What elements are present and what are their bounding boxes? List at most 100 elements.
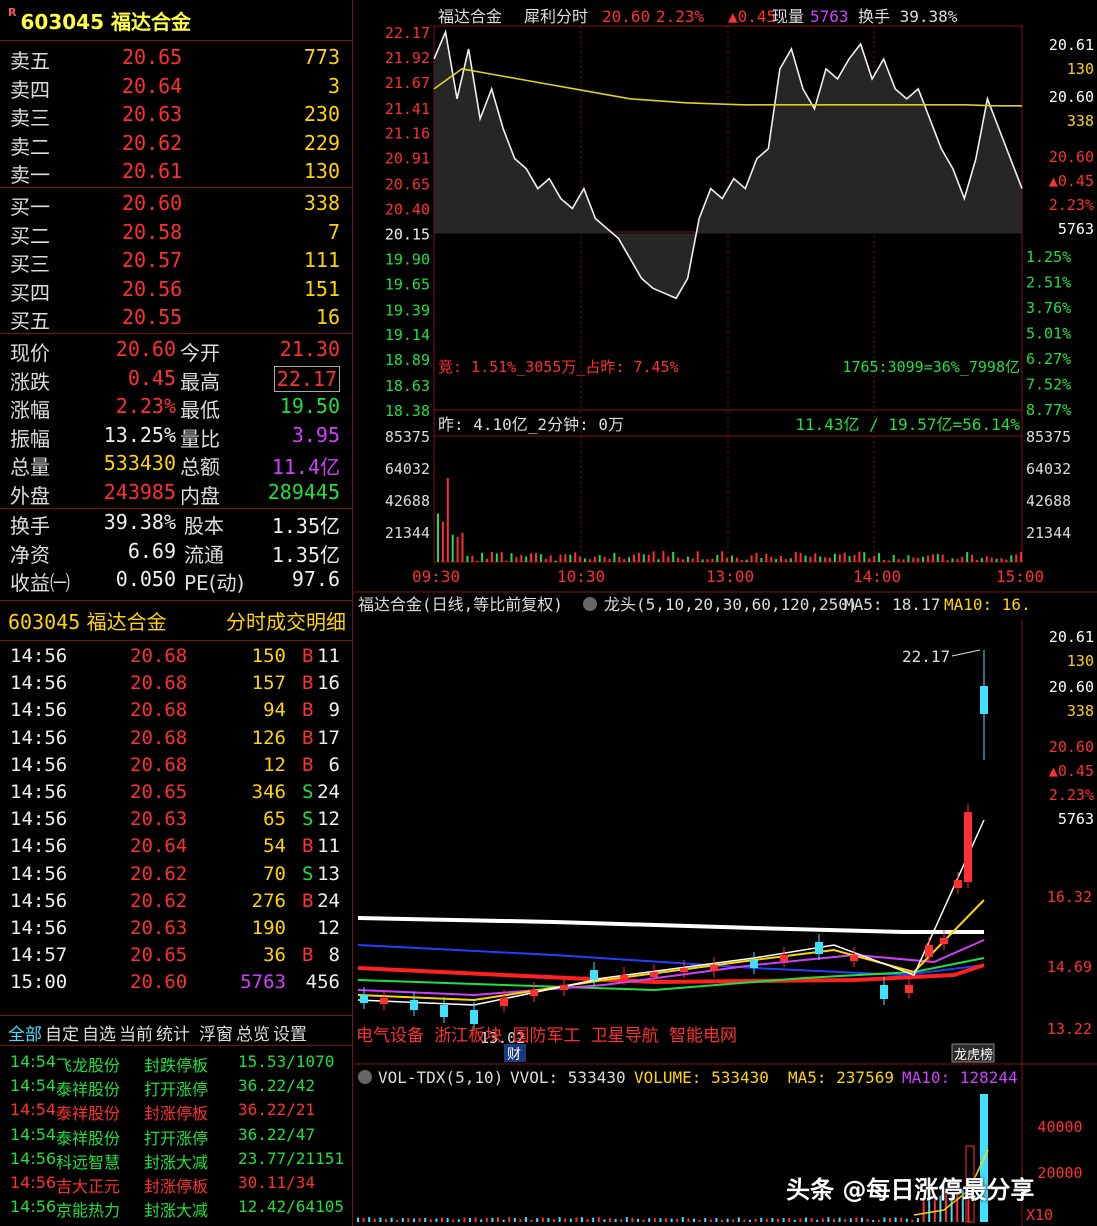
quote-row: 总量 533430 总额 11.4亿 xyxy=(8,451,348,479)
news-tab[interactable]: 浮窗 xyxy=(199,1025,233,1045)
news-item[interactable]: 14:56 京能热力 封涨大减 12.42/64105 xyxy=(8,1197,348,1221)
news-item[interactable]: 14:54 泰祥股份 打开涨停 36.22/42 xyxy=(8,1076,348,1100)
tick-row[interactable]: 14:56 20.63 190 12 xyxy=(8,917,348,945)
tick-row[interactable]: 14:56 20.62 70 S 13 xyxy=(8,863,348,891)
volume-toggle-icon[interactable] xyxy=(358,1070,372,1084)
orderbook-label: 买四 xyxy=(10,277,50,306)
vol-volume: VOLUME: 533430 xyxy=(634,1068,769,1087)
news-item[interactable]: 14:54 飞龙股份 封跌停板 15.53/1070 xyxy=(8,1052,348,1076)
news-tab[interactable]: 全部 xyxy=(8,1025,42,1045)
orderbook-row-buy-5[interactable]: 买五 20.55 16 xyxy=(8,305,348,333)
news-tab[interactable]: 总览 xyxy=(236,1025,270,1045)
news-stock: 泰祥股份 xyxy=(56,1125,120,1149)
quote-row: 振幅 13.25% 量比 3.95 xyxy=(8,423,348,451)
tick-count: 13 xyxy=(317,863,340,885)
tick-row[interactable]: 14:56 20.68 12 B 6 xyxy=(8,754,348,782)
tick-volume: 12 xyxy=(263,754,286,776)
stock-code: 603045 xyxy=(20,10,104,34)
concept-tags[interactable]: 电气设备 浙江板块 国防军工 卫星导航 智能电网 xyxy=(356,1026,737,1046)
news-item[interactable]: 14:56 科远智慧 封涨大减 23.77/21151 xyxy=(8,1149,348,1173)
tick-row[interactable]: 14:56 20.63 65 S 12 xyxy=(8,808,348,836)
news-value: 23.77/21151 xyxy=(238,1149,344,1168)
tick-row[interactable]: 14:57 20.65 36 B 8 xyxy=(8,944,348,972)
tick-volume: 346 xyxy=(252,781,286,803)
price-tick: 20.40 xyxy=(385,201,430,219)
tick-direction: S xyxy=(302,781,313,803)
news-tab[interactable]: 自定 xyxy=(45,1025,79,1045)
orderbook-volume: 773 xyxy=(304,45,340,69)
price-tick: 20.65 xyxy=(385,176,430,194)
orderbook-row-buy-3[interactable]: 买三 20.57 111 xyxy=(8,248,348,276)
price-tick: 20.91 xyxy=(385,150,430,168)
ratio-info: 1765:3099=36%_7998亿 xyxy=(842,358,1020,376)
news-value: 36.22/21 xyxy=(238,1100,315,1119)
tick-count: 16 xyxy=(317,672,340,694)
quote-value: 11.4亿 xyxy=(272,451,340,480)
pct-tick: 6.27% xyxy=(1026,350,1071,368)
news-item[interactable]: 14:56 吉大正元 封涨停板 30.11/34 xyxy=(8,1173,348,1197)
tick-volume: 94 xyxy=(263,699,286,721)
vol-tick: 85375 xyxy=(385,428,430,446)
tick-row[interactable]: 14:56 20.68 157 B 16 xyxy=(8,672,348,700)
orderbook-label: 卖三 xyxy=(10,102,50,131)
daily-right-tick: 20.60 xyxy=(1049,738,1094,756)
tick-time: 14:56 xyxy=(10,835,67,857)
orderbook-volume: 3 xyxy=(328,74,340,98)
quote-label: 总量 xyxy=(10,451,50,480)
tick-price: 20.63 xyxy=(130,808,187,830)
orderbook-row-sell-2[interactable]: 卖四 20.64 3 xyxy=(8,74,348,102)
orderbook-row-buy-4[interactable]: 买四 20.56 151 xyxy=(8,277,348,305)
news-stock: 吉大正元 xyxy=(56,1173,120,1197)
daily-axis-labels: 20.6113020.6033820.60▲0.452.23%576316.32… xyxy=(1047,628,1094,1038)
candle-body xyxy=(954,880,962,888)
orderbook-row-sell-5[interactable]: 卖一 20.61 130 xyxy=(8,159,348,187)
price-tick: 19.65 xyxy=(385,275,430,293)
orderbook-row-sell-1[interactable]: 卖五 20.65 773 xyxy=(8,45,348,73)
price-tick: 19.90 xyxy=(385,250,430,268)
right-quote-tick: 130 xyxy=(1067,60,1094,78)
price-tick: 21.92 xyxy=(385,49,430,67)
news-tab[interactable]: 统计 xyxy=(156,1025,190,1045)
candle-body xyxy=(620,975,628,979)
candle-body xyxy=(380,998,388,1004)
orderbook-row-sell-3[interactable]: 卖三 20.63 230 xyxy=(8,102,348,130)
quote-value: 20.60 xyxy=(116,337,176,361)
quote-value: 3.95 xyxy=(292,423,340,447)
stock-header[interactable]: R 603045 福达合金 xyxy=(8,6,191,35)
tick-row[interactable]: 15:00 20.60 5763 456 xyxy=(8,971,348,999)
news-tab[interactable]: 设置 xyxy=(273,1025,307,1045)
daily-right-tick: 20.61 xyxy=(1049,628,1094,646)
news-tab[interactable]: 当前 xyxy=(119,1025,153,1045)
fundamental-label: PE(动) xyxy=(184,567,244,596)
orderbook-row-buy-2[interactable]: 买二 20.58 7 xyxy=(8,220,348,248)
tick-row[interactable]: 14:56 20.62 276 B 24 xyxy=(8,890,348,918)
chart-area[interactable]: 22.17 21.92 21.67 21.41 21.16 20.91 20.65 20.40… xyxy=(354,0,1097,1226)
indicator-toggle-icon[interactable] xyxy=(583,597,597,611)
orderbook-row-sell-4[interactable]: 卖二 20.62 229 xyxy=(8,131,348,159)
tick-time: 14:56 xyxy=(10,645,67,667)
candle-body xyxy=(880,985,888,999)
ticks-header[interactable]: 603045 福达合金 分时成交明细 xyxy=(8,606,352,635)
tick-time: 14:56 xyxy=(10,699,67,721)
orderbook-volume: 111 xyxy=(304,248,340,272)
tick-row[interactable]: 14:56 20.64 54 B 11 xyxy=(8,835,348,863)
tick-row[interactable]: 14:56 20.65 346 S 24 xyxy=(8,781,348,809)
pct-tick: 2.51% xyxy=(1026,274,1071,292)
quote-row: 外盘 243985 内盘 289445 xyxy=(8,480,348,508)
candle-body xyxy=(964,812,972,882)
tick-price: 20.68 xyxy=(130,754,187,776)
news-tab[interactable]: 自选 xyxy=(82,1025,116,1045)
orderbook-row-buy-1[interactable]: 买一 20.60 338 xyxy=(8,191,348,219)
candle-body xyxy=(470,1010,478,1024)
news-item[interactable]: 14:54 泰祥股份 打开涨停 36.22/47 xyxy=(8,1125,348,1149)
fundamental-label: 股本 xyxy=(184,510,224,539)
tick-direction: B xyxy=(302,890,313,912)
news-item[interactable]: 14:54 泰祥股份 封涨停板 36.22/21 xyxy=(8,1100,348,1124)
tick-row[interactable]: 14:56 20.68 150 B 11 xyxy=(8,645,348,673)
pct-tick: 5.01% xyxy=(1026,325,1071,343)
tick-direction: B xyxy=(302,699,313,721)
orderbook-price: 20.62 xyxy=(122,131,182,155)
tick-row[interactable]: 14:56 20.68 126 B 17 xyxy=(8,727,348,755)
tick-row[interactable]: 14:56 20.68 94 B 9 xyxy=(8,699,348,727)
pct-tick: 7.52% xyxy=(1026,376,1071,394)
